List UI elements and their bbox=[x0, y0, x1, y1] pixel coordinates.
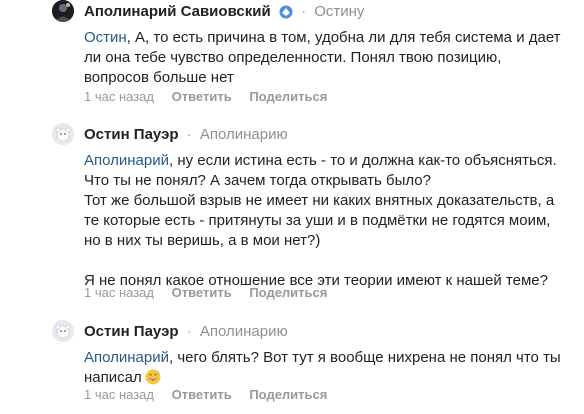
comment-header: Аполинарий Савиовский · Остину bbox=[84, 2, 364, 25]
reply-button[interactable]: Ответить bbox=[172, 387, 232, 402]
separator-dot: · bbox=[186, 126, 192, 143]
default-avatar-icon bbox=[52, 123, 74, 145]
timestamp[interactable]: 1 час назад bbox=[84, 387, 154, 402]
author-name[interactable]: Остин Пауэр bbox=[84, 323, 179, 340]
default-avatar-icon bbox=[52, 320, 74, 342]
author-name[interactable]: Аполинарий Савиовский bbox=[84, 3, 271, 20]
mention-link[interactable]: Остин bbox=[84, 29, 127, 46]
timestamp[interactable]: 1 час назад bbox=[84, 285, 154, 300]
reply-to-link[interactable]: Аполинарию bbox=[200, 323, 288, 340]
comment: Аполинарий Савиовский · Остину Остин, А,… bbox=[52, 0, 584, 110]
comment-actions: 1 час назад Ответить Поделиться bbox=[84, 284, 327, 302]
reply-to-link[interactable]: Остину bbox=[314, 3, 364, 20]
share-button[interactable]: Поделиться bbox=[249, 89, 327, 104]
share-button[interactable]: Поделиться bbox=[249, 387, 327, 402]
mention-link[interactable]: Аполинарий bbox=[84, 152, 169, 169]
mention-link[interactable]: Аполинарий bbox=[84, 349, 169, 366]
user-photo-icon bbox=[52, 0, 74, 22]
blue-badge-icon bbox=[279, 5, 293, 25]
separator-dot: · bbox=[186, 323, 192, 340]
author-name[interactable]: Остин Пауэр bbox=[84, 126, 179, 143]
reply-button[interactable]: Ответить bbox=[172, 285, 232, 300]
avatar[interactable] bbox=[52, 123, 74, 145]
comment-text: Остин, А, то есть причина в том, удобна … bbox=[84, 28, 564, 88]
avatar[interactable] bbox=[52, 0, 74, 22]
avatar[interactable] bbox=[52, 320, 74, 342]
comment: Остин Пауэр · Аполинарию Аполинарий, чег… bbox=[52, 320, 584, 414]
timestamp[interactable]: 1 час назад bbox=[84, 89, 154, 104]
comment-body: , А, то есть причина в том, удобна ли дл… bbox=[84, 29, 561, 86]
share-button[interactable]: Поделиться bbox=[249, 285, 327, 300]
separator-dot: · bbox=[301, 3, 307, 20]
comment-actions: 1 час назад Ответить Поделиться bbox=[84, 88, 327, 106]
comment: Остин Пауэр · Аполинарию Аполинарий, ну … bbox=[52, 123, 584, 313]
comment-text: Аполинарий, чего блять? Вот тут я вообще… bbox=[84, 348, 564, 391]
comment-actions: 1 час назад Ответить Поделиться bbox=[84, 386, 327, 404]
comment-header: Остин Пауэр · Аполинарию bbox=[84, 322, 288, 342]
comment-body-part-2: Тот же большой взрыв не имеет ни каких в… bbox=[84, 192, 555, 249]
comment-text: Аполинарий, ну если истина есть - то и д… bbox=[84, 151, 564, 291]
reply-button[interactable]: Ответить bbox=[172, 89, 232, 104]
reply-to-link[interactable]: Аполинарию bbox=[200, 126, 288, 143]
comment-header: Остин Пауэр · Аполинарию bbox=[84, 125, 288, 145]
